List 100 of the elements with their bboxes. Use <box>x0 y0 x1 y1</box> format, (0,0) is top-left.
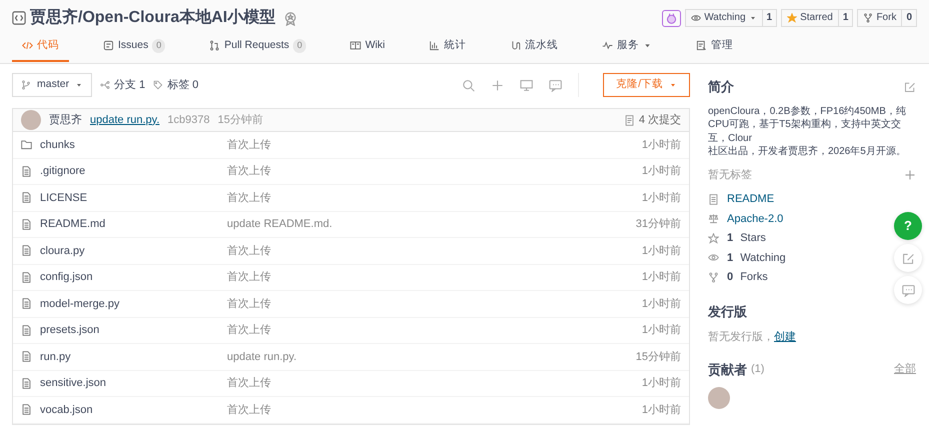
file-icon <box>21 378 32 389</box>
issue-icon <box>103 40 114 52</box>
contributors-count: (1) <box>751 362 764 377</box>
file-icon <box>21 298 32 310</box>
commit-time: 1小时前 <box>642 244 681 258</box>
code-icon <box>22 40 33 52</box>
commit-time: 15分钟前 <box>218 112 263 128</box>
avatar <box>21 110 41 130</box>
code-icon <box>12 11 26 25</box>
section-title: 简介 <box>708 78 734 96</box>
file-name[interactable]: run.py <box>40 348 71 365</box>
tags-link[interactable]: 标签 0 <box>153 76 198 94</box>
bar-chart-icon <box>429 40 440 52</box>
document-icon <box>624 114 635 126</box>
branches-link[interactable]: 分支 1 <box>100 76 146 94</box>
description-text: openCloura，0.2B参数，FP16约450MB，纯CPU可跑，基于T5架构重构，支持中英文交互，Clour 社区出品，开发者贾思齐，2026年5月开源。 <box>708 104 907 158</box>
chat-button[interactable] <box>894 276 922 304</box>
file-name[interactable]: sensitive.json <box>40 375 106 392</box>
nav-tab[interactable]: Pull Requests 0 <box>199 38 316 62</box>
nav-tab[interactable]: 流水线 <box>500 38 568 62</box>
fork-button[interactable]: Fork <box>857 9 902 27</box>
edit-icon <box>902 252 914 264</box>
scale-icon <box>708 213 719 224</box>
badge-icon <box>283 10 298 26</box>
commit-message: update run.py. <box>227 350 297 362</box>
file-icon <box>21 351 32 362</box>
watching-link[interactable]: 1 Watching <box>727 250 786 266</box>
license-link[interactable]: Apache-2.0 <box>727 210 784 227</box>
file-name[interactable]: config.json <box>40 269 93 286</box>
file-icon <box>21 218 32 230</box>
file-icon <box>21 192 32 204</box>
commit-time: 15分钟前 <box>636 350 681 364</box>
edit-button[interactable] <box>894 244 922 272</box>
commit-message: 首次上传 <box>227 377 271 389</box>
file-name[interactable]: presets.json <box>40 322 100 338</box>
file-name[interactable]: cloura.py <box>40 242 85 259</box>
file-name[interactable]: README.md <box>40 216 106 232</box>
file-name[interactable]: model-merge.py <box>40 296 120 312</box>
nav-tab[interactable]: 管理 <box>686 38 744 62</box>
monitor-icon <box>520 78 534 92</box>
branch-dropdown[interactable]: master <box>12 73 92 97</box>
forks-link[interactable]: 0 Forks <box>727 269 768 286</box>
fork-icon <box>708 272 719 283</box>
count-label: 1 <box>838 9 854 27</box>
commit-time: 1小时前 <box>642 376 681 391</box>
commit-time: 1小时前 <box>642 402 681 418</box>
chat-icon <box>902 284 914 296</box>
stars-link[interactable]: 1 Stars <box>727 230 766 246</box>
file-name[interactable]: LICENSE <box>40 190 88 206</box>
eye-icon <box>691 13 702 23</box>
file-icon <box>21 324 32 336</box>
file-icon <box>21 404 32 416</box>
commit-message: 首次上传 <box>227 404 271 416</box>
pulse-icon <box>602 40 614 52</box>
commit-time: 31分钟前 <box>636 217 681 232</box>
section-title: 发行版 <box>708 302 748 320</box>
commit-message[interactable]: update run.py. <box>90 112 160 128</box>
create-link[interactable]: 创建 <box>774 329 796 346</box>
document-icon <box>708 194 719 205</box>
star-icon <box>787 13 798 23</box>
mascot-icon <box>665 12 678 24</box>
merge-icon <box>209 40 220 52</box>
commit-time: 1小时前 <box>642 190 681 206</box>
watch-button[interactable]: Watching <box>685 9 763 27</box>
commit-message: 首次上传 <box>227 165 271 177</box>
count-badge: 0 <box>293 39 306 53</box>
nav-tab[interactable]: Wiki <box>340 38 396 62</box>
repo-title[interactable]: 贾思齐/Open-Cloura本地AI小模型 <box>30 6 276 30</box>
star-icon <box>708 232 719 244</box>
commits-link[interactable]: 4 次提交 <box>624 112 681 128</box>
file-name[interactable]: .gitignore <box>40 163 86 180</box>
contributor-avatar[interactable] <box>708 387 730 409</box>
commit-message: 首次上传 <box>227 138 271 150</box>
caret-icon <box>748 14 757 22</box>
pipeline-icon <box>510 40 522 52</box>
caret-icon <box>75 81 84 89</box>
commit-message: 首次上传 <box>227 324 271 336</box>
plus-icon <box>904 168 916 181</box>
commit-time: 1小时前 <box>642 270 681 285</box>
folder-name[interactable]: chunks <box>40 136 75 153</box>
commit-message: update README.md. <box>227 218 332 230</box>
commit-time: 1小时前 <box>642 296 681 312</box>
nav-tab[interactable]: 統计 <box>419 38 476 62</box>
no-tags-text: 暂无标签 <box>708 168 752 182</box>
commit-message: 首次上传 <box>227 271 271 283</box>
caret-icon <box>669 81 677 89</box>
book-icon <box>350 40 362 52</box>
eye-icon <box>708 252 719 264</box>
file-name[interactable]: vocab.json <box>40 402 93 418</box>
count-label: 0 <box>902 9 917 27</box>
readme-link[interactable]: README <box>727 191 774 208</box>
mascot-button[interactable] <box>662 10 682 26</box>
nav-tab[interactable]: Issues 0 <box>93 38 176 62</box>
star-button[interactable]: Starred <box>781 9 839 27</box>
nav-tab[interactable]: 服务 <box>592 38 662 62</box>
count-label: 1 <box>762 9 778 27</box>
commit-author: 贾思齐 <box>49 112 82 128</box>
commit-message: 首次上传 <box>227 298 271 310</box>
file-icon <box>21 245 32 256</box>
commit-message: 首次上传 <box>227 244 271 256</box>
